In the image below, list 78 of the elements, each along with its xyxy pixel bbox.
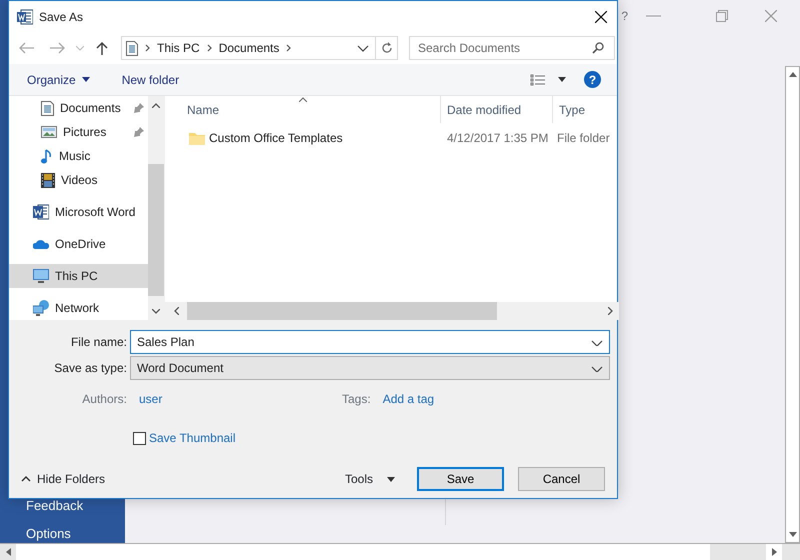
- close-button[interactable]: [595, 10, 607, 22]
- cloud-icon: [33, 238, 49, 250]
- chevron-up-icon: [21, 476, 31, 482]
- scroll-left-icon[interactable]: [6, 548, 10, 556]
- scrollbar[interactable]: [785, 66, 800, 543]
- organize-button[interactable]: Organize: [26, 70, 91, 90]
- chevron-icon: [144, 43, 151, 53]
- help-button[interactable]: ?: [621, 7, 628, 25]
- refresh-icon[interactable]: [380, 42, 392, 54]
- dropdown-icon[interactable]: [591, 338, 603, 346]
- scroll-up-icon[interactable]: [788, 72, 796, 77]
- dialog-button[interactable]: Save: [417, 467, 504, 491]
- caret-icon[interactable]: [558, 77, 566, 82]
- column-header[interactable]: Name: [165, 96, 441, 123]
- scroll-right-icon[interactable]: [608, 307, 612, 315]
- network-icon: [33, 300, 49, 316]
- nav-item[interactable]: Pictures: [9, 120, 148, 144]
- authors-link[interactable]: user: [139, 390, 342, 408]
- picture-icon: [41, 126, 57, 138]
- file-name: Custom Office Templates: [209, 130, 343, 147]
- search-field[interactable]: Search Documents: [409, 36, 615, 60]
- caret-icon: [82, 77, 90, 82]
- up-icon[interactable]: [96, 41, 108, 55]
- window-title: Save As: [39, 8, 84, 26]
- dialog-button[interactable]: Cancel: [518, 467, 605, 491]
- dropdown-icon[interactable]: [357, 43, 369, 53]
- sidebar-item[interactable]: Feedback: [0, 498, 125, 513]
- save-as-type-dropdown[interactable]: Word Document: [130, 356, 610, 380]
- tools-button[interactable]: Tools: [344, 470, 395, 488]
- path-segment[interactable]: Documents: [218, 39, 280, 57]
- nav-item[interactable]: OneDrive: [9, 232, 148, 256]
- checkbox-label[interactable]: Save Thumbnail: [149, 429, 236, 447]
- scroll-left-icon[interactable]: [174, 307, 178, 315]
- music-note-icon: [41, 148, 53, 164]
- column-header[interactable]: Date modified: [441, 96, 553, 123]
- view-icon[interactable]: [530, 74, 546, 86]
- date-modified: 4/12/2017 1:35 PM: [447, 131, 548, 145]
- dropdown-icon[interactable]: [591, 364, 603, 372]
- file-name-field[interactable]: Sales Plan: [130, 330, 610, 354]
- scrollbar[interactable]: [0, 543, 800, 560]
- sidebar-item[interactable]: Options: [0, 526, 125, 541]
- film-icon: [41, 172, 55, 188]
- scroll-down-icon[interactable]: [788, 532, 796, 537]
- scroll-right-icon[interactable]: [772, 548, 776, 556]
- folder-icon: [189, 132, 205, 144]
- word-icon: [17, 8, 33, 24]
- caret-icon: [387, 476, 395, 482]
- checkbox[interactable]: [133, 432, 146, 444]
- scroll-up-icon[interactable]: [152, 102, 160, 108]
- search-icon[interactable]: [592, 42, 604, 54]
- nav-item[interactable]: Videos: [9, 168, 148, 192]
- hide-folders-button[interactable]: Hide Folders: [21, 470, 106, 488]
- monitor-icon: [33, 269, 49, 283]
- document-icon: [41, 100, 54, 116]
- scroll-down-icon[interactable]: [152, 308, 160, 314]
- field-label: File name:: [70, 334, 128, 351]
- file-row[interactable]: Custom Office Templates 4/12/2017 1:35 PM File folder: [165, 127, 619, 149]
- chevron-icon: [285, 43, 292, 53]
- document-icon: [126, 40, 138, 56]
- add-tag-link[interactable]: Add a tag: [382, 390, 434, 408]
- nav-item[interactable]: This PC: [9, 264, 148, 288]
- chevron-icon: [206, 43, 213, 53]
- address-bar[interactable]: This PC Documents: [121, 36, 398, 60]
- scrollbar[interactable]: [148, 96, 164, 320]
- nav-item[interactable]: Documents: [9, 96, 148, 120]
- file-type: File folder: [557, 131, 610, 145]
- word-icon: [33, 204, 49, 220]
- nav-item[interactable]: Network: [9, 296, 148, 320]
- new-folder-button[interactable]: New folder: [120, 70, 180, 90]
- nav-item[interactable]: Music: [9, 144, 148, 168]
- field-label: Tags:: [342, 391, 371, 408]
- nav-item[interactable]: Microsoft Word: [9, 200, 148, 224]
- help-button[interactable]: ?: [584, 71, 601, 88]
- field-label: Authors:: [81, 391, 128, 408]
- column-header[interactable]: Type: [553, 96, 619, 123]
- scrollbar[interactable]: [165, 302, 619, 320]
- path-segment[interactable]: This PC: [157, 39, 200, 57]
- field-label: Save as type:: [53, 360, 128, 377]
